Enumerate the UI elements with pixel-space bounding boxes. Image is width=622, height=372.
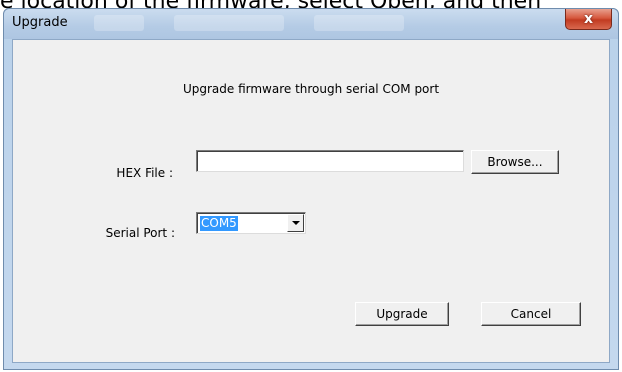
serial-port-selected-value: COM5	[200, 216, 238, 231]
title-bar[interactable]: Upgrade x	[4, 9, 618, 39]
browse-button[interactable]: Browse...	[471, 150, 559, 174]
dialog-heading: Upgrade firmware through serial COM port	[182, 82, 440, 96]
titlebar-ghost-2	[174, 15, 284, 31]
cancel-button[interactable]: Cancel	[481, 302, 581, 326]
serial-port-label: Serial Port :	[105, 226, 175, 240]
dropdown-arrow-button[interactable]	[287, 214, 304, 232]
dialog-client-area: Upgrade firmware through serial COM port…	[12, 39, 610, 363]
upgrade-button[interactable]: Upgrade	[355, 302, 449, 326]
chevron-down-icon	[291, 221, 300, 225]
hex-file-label: HEX File :	[116, 166, 173, 180]
window-title: Upgrade	[12, 15, 68, 30]
titlebar-ghost-3	[314, 15, 404, 31]
serial-port-select[interactable]: COM5	[196, 212, 306, 234]
hex-file-input[interactable]	[196, 150, 464, 172]
upgrade-dialog-window: Upgrade x Upgrade firmware through seria…	[3, 8, 619, 370]
close-button[interactable]: x	[565, 9, 612, 30]
close-icon: x	[583, 11, 594, 27]
titlebar-ghost-1	[94, 15, 144, 31]
